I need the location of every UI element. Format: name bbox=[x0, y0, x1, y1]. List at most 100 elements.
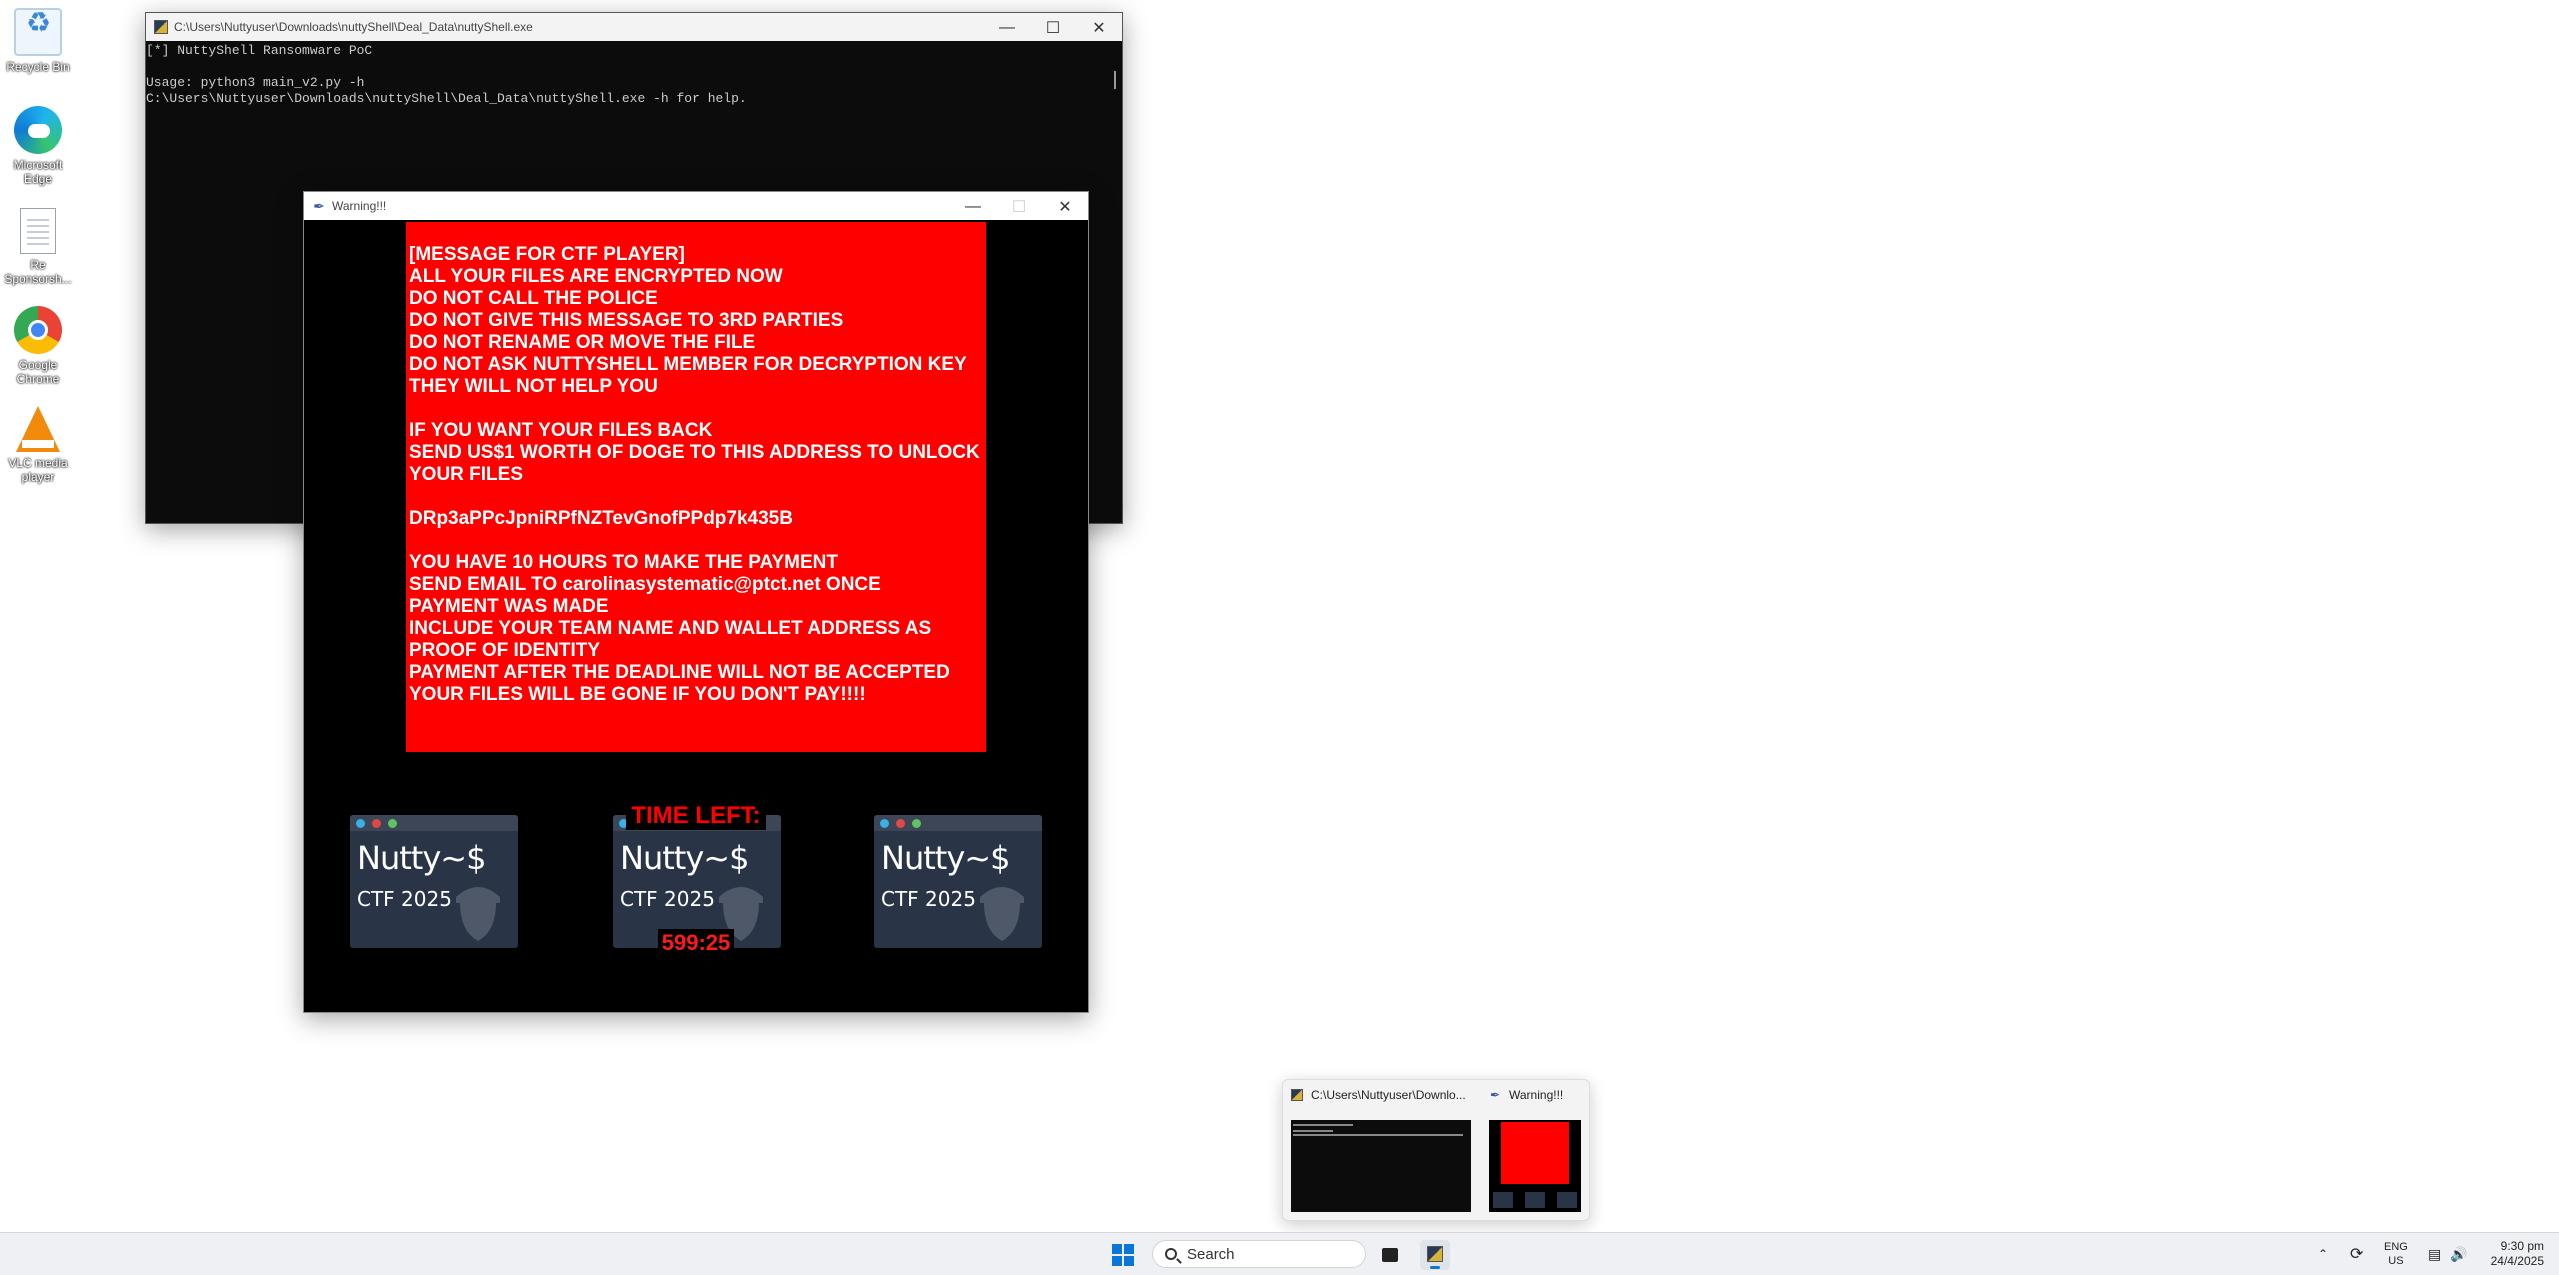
dot-icon bbox=[912, 819, 921, 828]
edge-icon bbox=[14, 106, 62, 154]
ransom-line: DO NOT CALL THE POLICE bbox=[409, 288, 658, 309]
ransom-line: YOU HAVE 10 HOURS TO MAKE THE PAYMENT bbox=[409, 552, 838, 573]
card-brand: Nutty~$ bbox=[620, 839, 749, 877]
terminal-title: C:\Users\Nuttyuser\Downloads\nuttyShell\… bbox=[174, 20, 533, 34]
ransom-line bbox=[409, 398, 986, 420]
dot-icon bbox=[356, 819, 365, 828]
terminal-titlebar[interactable]: C:\Users\Nuttyuser\Downloads\nuttyShell\… bbox=[146, 13, 1122, 41]
warning-preview bbox=[1489, 1120, 1581, 1212]
ransom-line bbox=[409, 530, 986, 552]
feather-icon: ✒ bbox=[313, 198, 325, 214]
document-icon bbox=[20, 208, 56, 254]
card-brand: Nutty~$ bbox=[357, 839, 486, 877]
lang-line2: US bbox=[2388, 1255, 2404, 1267]
minimize-button[interactable]: — bbox=[950, 192, 996, 222]
language-indicator[interactable]: ENG US bbox=[2384, 1233, 2408, 1275]
thumbnail-warning[interactable]: ✒ Warning!!! bbox=[1481, 1080, 1589, 1220]
time-left-label: TIME LEFT: bbox=[626, 802, 766, 830]
terminal-app-icon bbox=[154, 20, 168, 34]
lang-line1: ENG bbox=[2384, 1241, 2408, 1253]
card-brand: Nutty~$ bbox=[881, 839, 1010, 877]
search-icon bbox=[1165, 1248, 1177, 1260]
ransom-line: PAYMENT AFTER THE DEADLINE WILL NOT BE A… bbox=[409, 662, 950, 683]
card-subtitle: CTF 2025 bbox=[620, 887, 715, 911]
ransom-line: [MESSAGE FOR CTF PLAYER] bbox=[409, 244, 685, 265]
taskbar-search-box[interactable]: Search bbox=[1152, 1240, 1366, 1268]
ransom-line: SEND US$1 WORTH OF DOGE TO THIS ADDRESS … bbox=[409, 442, 980, 463]
warning-titlebar[interactable]: ✒ Warning!!! — ☐ ✕ bbox=[304, 192, 1088, 220]
desktop-icon-label: VLC media player bbox=[8, 456, 68, 484]
terminal-line: [*] NuttyShell Ransomware PoC bbox=[146, 43, 373, 58]
ransom-line: DO NOT RENAME OR MOVE THE FILE bbox=[409, 332, 756, 353]
taskbar: Search ⌃ ⟳ ENG US ▤ 🔊 9:30 pm 24/4/2025 bbox=[0, 1232, 2559, 1275]
desktop-icon-label: Re Sponsorsh... bbox=[4, 258, 72, 286]
terminal-app-icon bbox=[1291, 1089, 1303, 1101]
clock-date: 24/4/2025 bbox=[2490, 1254, 2544, 1268]
nutty-logo-card: Nutty~$ CTF 2025 bbox=[874, 815, 1042, 948]
clock[interactable]: 9:30 pm 24/4/2025 bbox=[2482, 1233, 2544, 1275]
card-subtitle: CTF 2025 bbox=[357, 887, 452, 911]
desktop-icon-label: Recycle Bin bbox=[6, 60, 70, 74]
taskbar-thumbnail-flyout: C:\Users\Nuttyuser\Downlo... ✒ Warning!!… bbox=[1282, 1079, 1590, 1221]
chrome-icon bbox=[14, 306, 62, 354]
ransom-line: ALL YOUR FILES ARE ENCRYPTED NOW bbox=[409, 266, 783, 287]
taskbar-app-python[interactable] bbox=[1420, 1240, 1450, 1270]
taskbar-app-terminal[interactable] bbox=[1374, 1240, 1404, 1270]
nutty-logo-card: Nutty~$ CTF 2025 bbox=[350, 815, 518, 948]
close-button[interactable]: ✕ bbox=[1076, 13, 1122, 43]
recycle-bin-icon bbox=[14, 8, 62, 56]
thumbnail-title: Warning!!! bbox=[1509, 1088, 1564, 1102]
windows-start-icon[interactable] bbox=[1112, 1244, 1134, 1266]
acorn-icon bbox=[980, 887, 1024, 941]
sync-icon[interactable]: ⟳ bbox=[2350, 1233, 2363, 1275]
terminal-app-icon bbox=[1382, 1248, 1398, 1262]
ransom-line: YOUR FILES bbox=[409, 464, 524, 485]
desktop-icon-label: Google Chrome bbox=[16, 358, 60, 386]
desktop-icon-chrome[interactable]: Google Chrome bbox=[0, 306, 76, 386]
maximize-button[interactable]: ☐ bbox=[996, 192, 1042, 222]
ransom-line: THEY WILL NOT HELP YOU bbox=[409, 376, 658, 397]
minimize-button[interactable]: — bbox=[984, 13, 1030, 43]
close-button[interactable]: ✕ bbox=[1042, 192, 1088, 222]
clock-time: 9:30 pm bbox=[2500, 1239, 2544, 1253]
dot-icon bbox=[880, 819, 889, 828]
dot-icon bbox=[388, 819, 397, 828]
dot-icon bbox=[372, 819, 381, 828]
ransom-line: SEND EMAIL TO carolinasystematic@ptct.ne… bbox=[409, 574, 881, 595]
thumbnail-terminal[interactable]: C:\Users\Nuttyuser\Downlo... bbox=[1283, 1080, 1473, 1220]
desktop-icon-label: Microsoft Edge bbox=[13, 158, 63, 186]
terminal-line: Usage: python3 main_v2.py -h bbox=[146, 75, 365, 90]
ransom-line: PROOF OF IDENTITY bbox=[409, 640, 601, 661]
ransom-message: [MESSAGE FOR CTF PLAYER] ALL YOUR FILES … bbox=[406, 222, 986, 752]
network-icon[interactable]: ▤ bbox=[2428, 1233, 2441, 1275]
wallet-address: DRp3aPPcJpniRPfNZTevGnofPPdp7k435B bbox=[409, 508, 793, 529]
desktop-icon-edge[interactable]: Microsoft Edge bbox=[0, 106, 76, 186]
ransom-line: INCLUDE YOUR TEAM NAME AND WALLET ADDRES… bbox=[409, 618, 932, 639]
terminal-preview bbox=[1291, 1120, 1471, 1212]
vlc-icon bbox=[16, 406, 60, 452]
maximize-button[interactable]: ☐ bbox=[1030, 13, 1076, 43]
ransom-line: PAYMENT WAS MADE bbox=[409, 596, 609, 617]
search-label: Search bbox=[1187, 1245, 1235, 1263]
terminal-scrollbar[interactable] bbox=[1108, 43, 1122, 523]
thumbnail-title: C:\Users\Nuttyuser\Downlo... bbox=[1311, 1088, 1466, 1102]
desktop-icon-document[interactable]: Re Sponsorsh... bbox=[0, 208, 76, 286]
feather-icon: ✒ bbox=[1489, 1088, 1501, 1102]
volume-icon[interactable]: 🔊 bbox=[2450, 1233, 2467, 1275]
desktop-icon-recycle-bin[interactable]: Recycle Bin bbox=[0, 8, 76, 74]
warning-title: Warning!!! bbox=[332, 199, 387, 213]
ransom-line bbox=[409, 486, 986, 508]
warning-window[interactable]: ✒ Warning!!! — ☐ ✕ [MESSAGE FOR CTF PLAY… bbox=[303, 191, 1089, 1013]
ransom-line: IF YOU WANT YOUR FILES BACK bbox=[409, 420, 713, 441]
dot-icon bbox=[896, 819, 905, 828]
ransom-line: DO NOT ASK NUTTYSHELL MEMBER FOR DECRYPT… bbox=[409, 354, 967, 375]
ransom-line: YOUR FILES WILL BE GONE IF YOU DON'T PAY… bbox=[409, 684, 866, 705]
terminal-line: C:\Users\Nuttyuser\Downloads\nuttyShell\… bbox=[146, 91, 747, 106]
show-hidden-icons-chevron-icon[interactable]: ⌃ bbox=[2318, 1233, 2328, 1275]
python-app-icon bbox=[1427, 1246, 1443, 1262]
card-subtitle: CTF 2025 bbox=[881, 887, 976, 911]
ransom-line: DO NOT GIVE THIS MESSAGE TO 3RD PARTIES bbox=[409, 310, 844, 331]
desktop-icon-vlc[interactable]: VLC media player bbox=[0, 406, 76, 484]
countdown-timer: 599:25 bbox=[658, 929, 734, 957]
